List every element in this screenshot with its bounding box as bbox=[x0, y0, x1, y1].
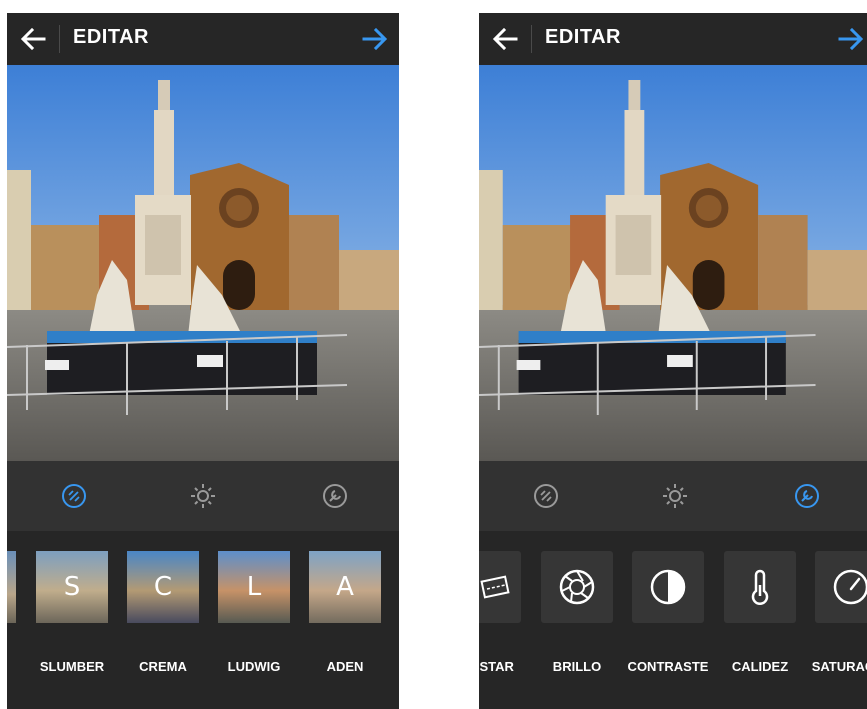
filter-crema[interactable]: C bbox=[127, 551, 199, 623]
filter-preview: A bbox=[309, 551, 381, 623]
brightness-icon[interactable] bbox=[188, 481, 218, 511]
contrast-icon bbox=[650, 569, 686, 605]
back-button[interactable] bbox=[17, 23, 49, 55]
filter-label: LUDWIG bbox=[227, 659, 281, 674]
adjust-label: USTAR bbox=[479, 659, 514, 674]
tools-bar bbox=[479, 461, 867, 531]
adjust-tool-button[interactable] bbox=[479, 551, 521, 623]
wrench-icon[interactable] bbox=[320, 481, 350, 511]
screen-title: EDITAR bbox=[73, 26, 149, 48]
photo-preview bbox=[7, 65, 399, 461]
contrast-label: CONTRASTE bbox=[627, 659, 709, 674]
arrow-left-icon bbox=[20, 28, 46, 50]
aperture-icon bbox=[559, 569, 595, 605]
divider bbox=[531, 25, 532, 53]
filter-preview bbox=[7, 551, 16, 623]
warmth-tool-button[interactable] bbox=[724, 551, 796, 623]
saturation-tool-button[interactable] bbox=[815, 551, 867, 623]
tools-bar bbox=[7, 461, 399, 531]
saturation-label: SATURAC bbox=[811, 659, 867, 674]
wrench-icon[interactable] bbox=[792, 481, 822, 511]
photo-preview bbox=[479, 65, 867, 461]
filter-ludwig[interactable]: L bbox=[218, 551, 290, 623]
filter-label: SLUMBER bbox=[39, 659, 105, 674]
arrow-right-icon bbox=[362, 28, 388, 50]
filter-letter: L bbox=[246, 572, 262, 602]
plaza-photo bbox=[7, 65, 399, 461]
brightness-label: BRILLO bbox=[552, 659, 602, 674]
filter-label: CREMA bbox=[139, 659, 187, 674]
lux-icon[interactable] bbox=[59, 481, 89, 511]
warmth-label: CALIDEZ bbox=[731, 659, 789, 674]
contrast-tool-button[interactable] bbox=[632, 551, 704, 623]
plaza-photo bbox=[479, 65, 867, 461]
filter-letter: S bbox=[63, 572, 81, 602]
filter-letter bbox=[7, 551, 16, 623]
filters-strip: S C L A SLUMBER CREMA LUDWIG ADEN bbox=[7, 531, 399, 709]
filter-preview: L bbox=[218, 551, 290, 623]
next-button[interactable] bbox=[835, 23, 867, 55]
filter-preview: C bbox=[127, 551, 199, 623]
filter-letter: A bbox=[336, 572, 354, 602]
edit-screen-adjustments: EDITAR STAR BRILLO CONTRASTE CALIDEZ SAT… bbox=[479, 13, 867, 709]
filter-label: ADEN bbox=[326, 659, 364, 674]
divider bbox=[59, 25, 60, 53]
filter-preview: S bbox=[36, 551, 108, 623]
top-bar: EDITAR bbox=[7, 13, 399, 65]
brightness-icon[interactable] bbox=[660, 481, 690, 511]
adjust-icon bbox=[480, 575, 510, 599]
filter-slumber[interactable]: S bbox=[36, 551, 108, 623]
adjustments-strip: USTAR BRILLO CONTRASTE CALIDEZ SATURAC bbox=[479, 531, 867, 709]
filter-thumbnail[interactable] bbox=[7, 551, 16, 623]
filter-letter: C bbox=[153, 572, 173, 602]
filter-aden[interactable]: A bbox=[309, 551, 381, 623]
next-button[interactable] bbox=[359, 23, 391, 55]
arrow-left-icon bbox=[492, 28, 518, 50]
screen-title: EDITAR bbox=[545, 26, 621, 48]
back-button[interactable] bbox=[489, 23, 521, 55]
top-bar: EDITAR bbox=[479, 13, 867, 65]
brightness-tool-button[interactable] bbox=[541, 551, 613, 623]
gauge-icon bbox=[833, 569, 867, 605]
arrow-right-icon bbox=[838, 28, 864, 50]
lux-icon[interactable] bbox=[531, 481, 561, 511]
thermometer-icon bbox=[751, 569, 769, 605]
edit-screen-filters: EDITAR S C L A SLUMBER CREMA LUDWIG ADEN bbox=[7, 13, 399, 709]
